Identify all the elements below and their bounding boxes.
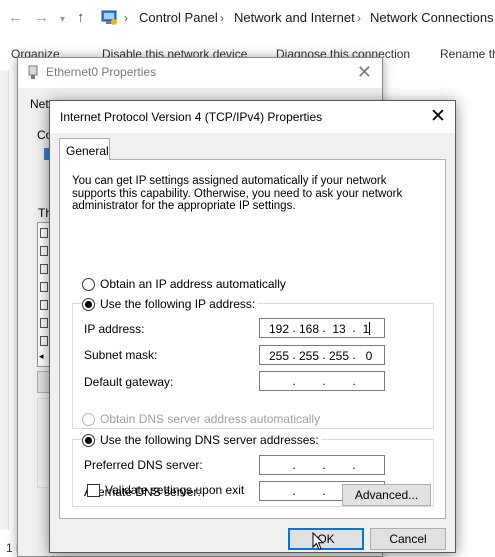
dialog-title: Internet Protocol Version 4 (TCP/IPv4) P… — [60, 110, 323, 124]
text-cursor — [369, 322, 370, 335]
octet-separator: . — [292, 458, 296, 472]
navigation-pane[interactable] — [0, 70, 9, 530]
item-checkbox[interactable] — [40, 228, 48, 238]
subnet-octet-1: 255 — [268, 349, 290, 363]
rename-command[interactable]: Rename th — [440, 47, 495, 61]
octet-separator: . — [322, 321, 326, 335]
close-icon[interactable]: ✕ — [426, 105, 450, 128]
ethernet-window-title: Ethernet0 Properties — [46, 65, 157, 79]
octet-separator: . — [322, 374, 326, 388]
breadcrumb-control-panel[interactable]: Control Panel — [139, 9, 218, 27]
dns-manual-radio[interactable] — [82, 434, 95, 447]
subnet-mask-field[interactable]: 255 . 255 . 255 . 0 — [259, 345, 385, 365]
item-checkbox[interactable] — [40, 264, 48, 274]
octet-separator: . — [292, 321, 296, 335]
item-checkbox[interactable] — [40, 246, 48, 256]
item-checkbox[interactable] — [40, 300, 48, 310]
ok-button[interactable]: OK — [288, 528, 364, 550]
ip-address-label: IP address: — [84, 322, 145, 336]
octet-separator: . — [292, 374, 296, 388]
subnet-mask-label: Subnet mask: — [84, 348, 158, 362]
recent-chevron-icon[interactable]: ▾ — [60, 11, 65, 29]
control-panel-icon — [101, 9, 118, 26]
octet-separator: . — [292, 348, 296, 362]
cancel-button[interactable]: Cancel — [370, 528, 446, 550]
ipv4-properties-dialog: Internet Protocol Version 4 (TCP/IPv4) P… — [49, 100, 456, 553]
dialog-title-bar: Internet Protocol Version 4 (TCP/IPv4) P… — [50, 101, 455, 133]
dns-auto-label[interactable]: Obtain DNS server address automatically — [100, 412, 320, 426]
validate-settings-label[interactable]: Validate settings upon exit — [105, 483, 244, 497]
octet-separator: . — [352, 348, 356, 362]
preferred-dns-label: Preferred DNS server: — [84, 458, 203, 472]
back-arrow-icon[interactable]: ← — [8, 9, 23, 27]
close-icon[interactable]: ✕ — [357, 62, 372, 83]
octet-separator: . — [352, 374, 356, 388]
octet-separator: . — [322, 484, 326, 498]
item-checkbox[interactable] — [40, 318, 48, 328]
ip-octet-1: 192 — [268, 322, 290, 336]
dns-auto-radio[interactable] — [82, 413, 95, 426]
forward-arrow-icon[interactable]: → — [34, 9, 49, 27]
ip-manual-label[interactable]: Use the following IP address: — [98, 297, 258, 311]
mouse-pointer-icon — [312, 531, 325, 551]
ip-octet-3: 13 — [332, 322, 346, 336]
item-checkbox[interactable] — [40, 282, 48, 292]
ethernet-title-bar: Ethernet0 Properties ✕ — [18, 58, 382, 88]
default-gateway-field[interactable]: . . . — [259, 371, 385, 391]
address-bar: ← → ▾ ↑ › Control Panel › Network and In… — [0, 0, 495, 36]
octet-separator: . — [322, 348, 326, 362]
item-checkbox[interactable] — [40, 336, 48, 346]
general-tab-panel: You can get IP settings assigned automat… — [59, 159, 446, 519]
ip-address-field[interactable]: 192 . 168 . 13 . 1 — [259, 318, 385, 338]
default-gateway-label: Default gateway: — [84, 375, 174, 389]
validate-settings-checkbox[interactable] — [87, 484, 100, 497]
ip-auto-label[interactable]: Obtain an IP address automatically — [100, 277, 286, 291]
dns-manual-label[interactable]: Use the following DNS server addresses: — [98, 433, 321, 447]
subnet-octet-4: 0 — [365, 349, 373, 363]
octet-separator: . — [292, 484, 296, 498]
ip-auto-radio[interactable] — [82, 278, 95, 291]
subnet-octet-2: 255 — [298, 349, 320, 363]
up-arrow-icon[interactable]: ↑ — [77, 9, 85, 27]
scroll-left-icon[interactable]: ◂ — [39, 351, 44, 362]
advanced-button[interactable]: Advanced... — [342, 484, 431, 506]
subnet-octet-3: 255 — [328, 349, 350, 363]
breadcrumb-network-and-internet[interactable]: Network and Internet — [234, 9, 355, 27]
octet-separator: . — [352, 458, 356, 472]
breadcrumb-separator-icon: › — [124, 11, 128, 25]
breadcrumb-separator-icon: › — [357, 11, 361, 25]
preferred-dns-field[interactable]: . . . — [259, 455, 385, 475]
ip-octet-4: 1 — [362, 322, 370, 336]
ip-octet-2: 168 — [298, 322, 320, 336]
network-adapter-icon — [27, 65, 39, 83]
ip-manual-radio[interactable] — [82, 298, 95, 311]
tab-general[interactable]: General — [59, 138, 110, 160]
breadcrumb-separator-icon: › — [220, 11, 224, 25]
octet-separator: . — [322, 458, 326, 472]
intro-text: You can get IP settings assigned automat… — [72, 175, 403, 213]
breadcrumb-network-connections[interactable]: Network Connections — [370, 9, 494, 27]
